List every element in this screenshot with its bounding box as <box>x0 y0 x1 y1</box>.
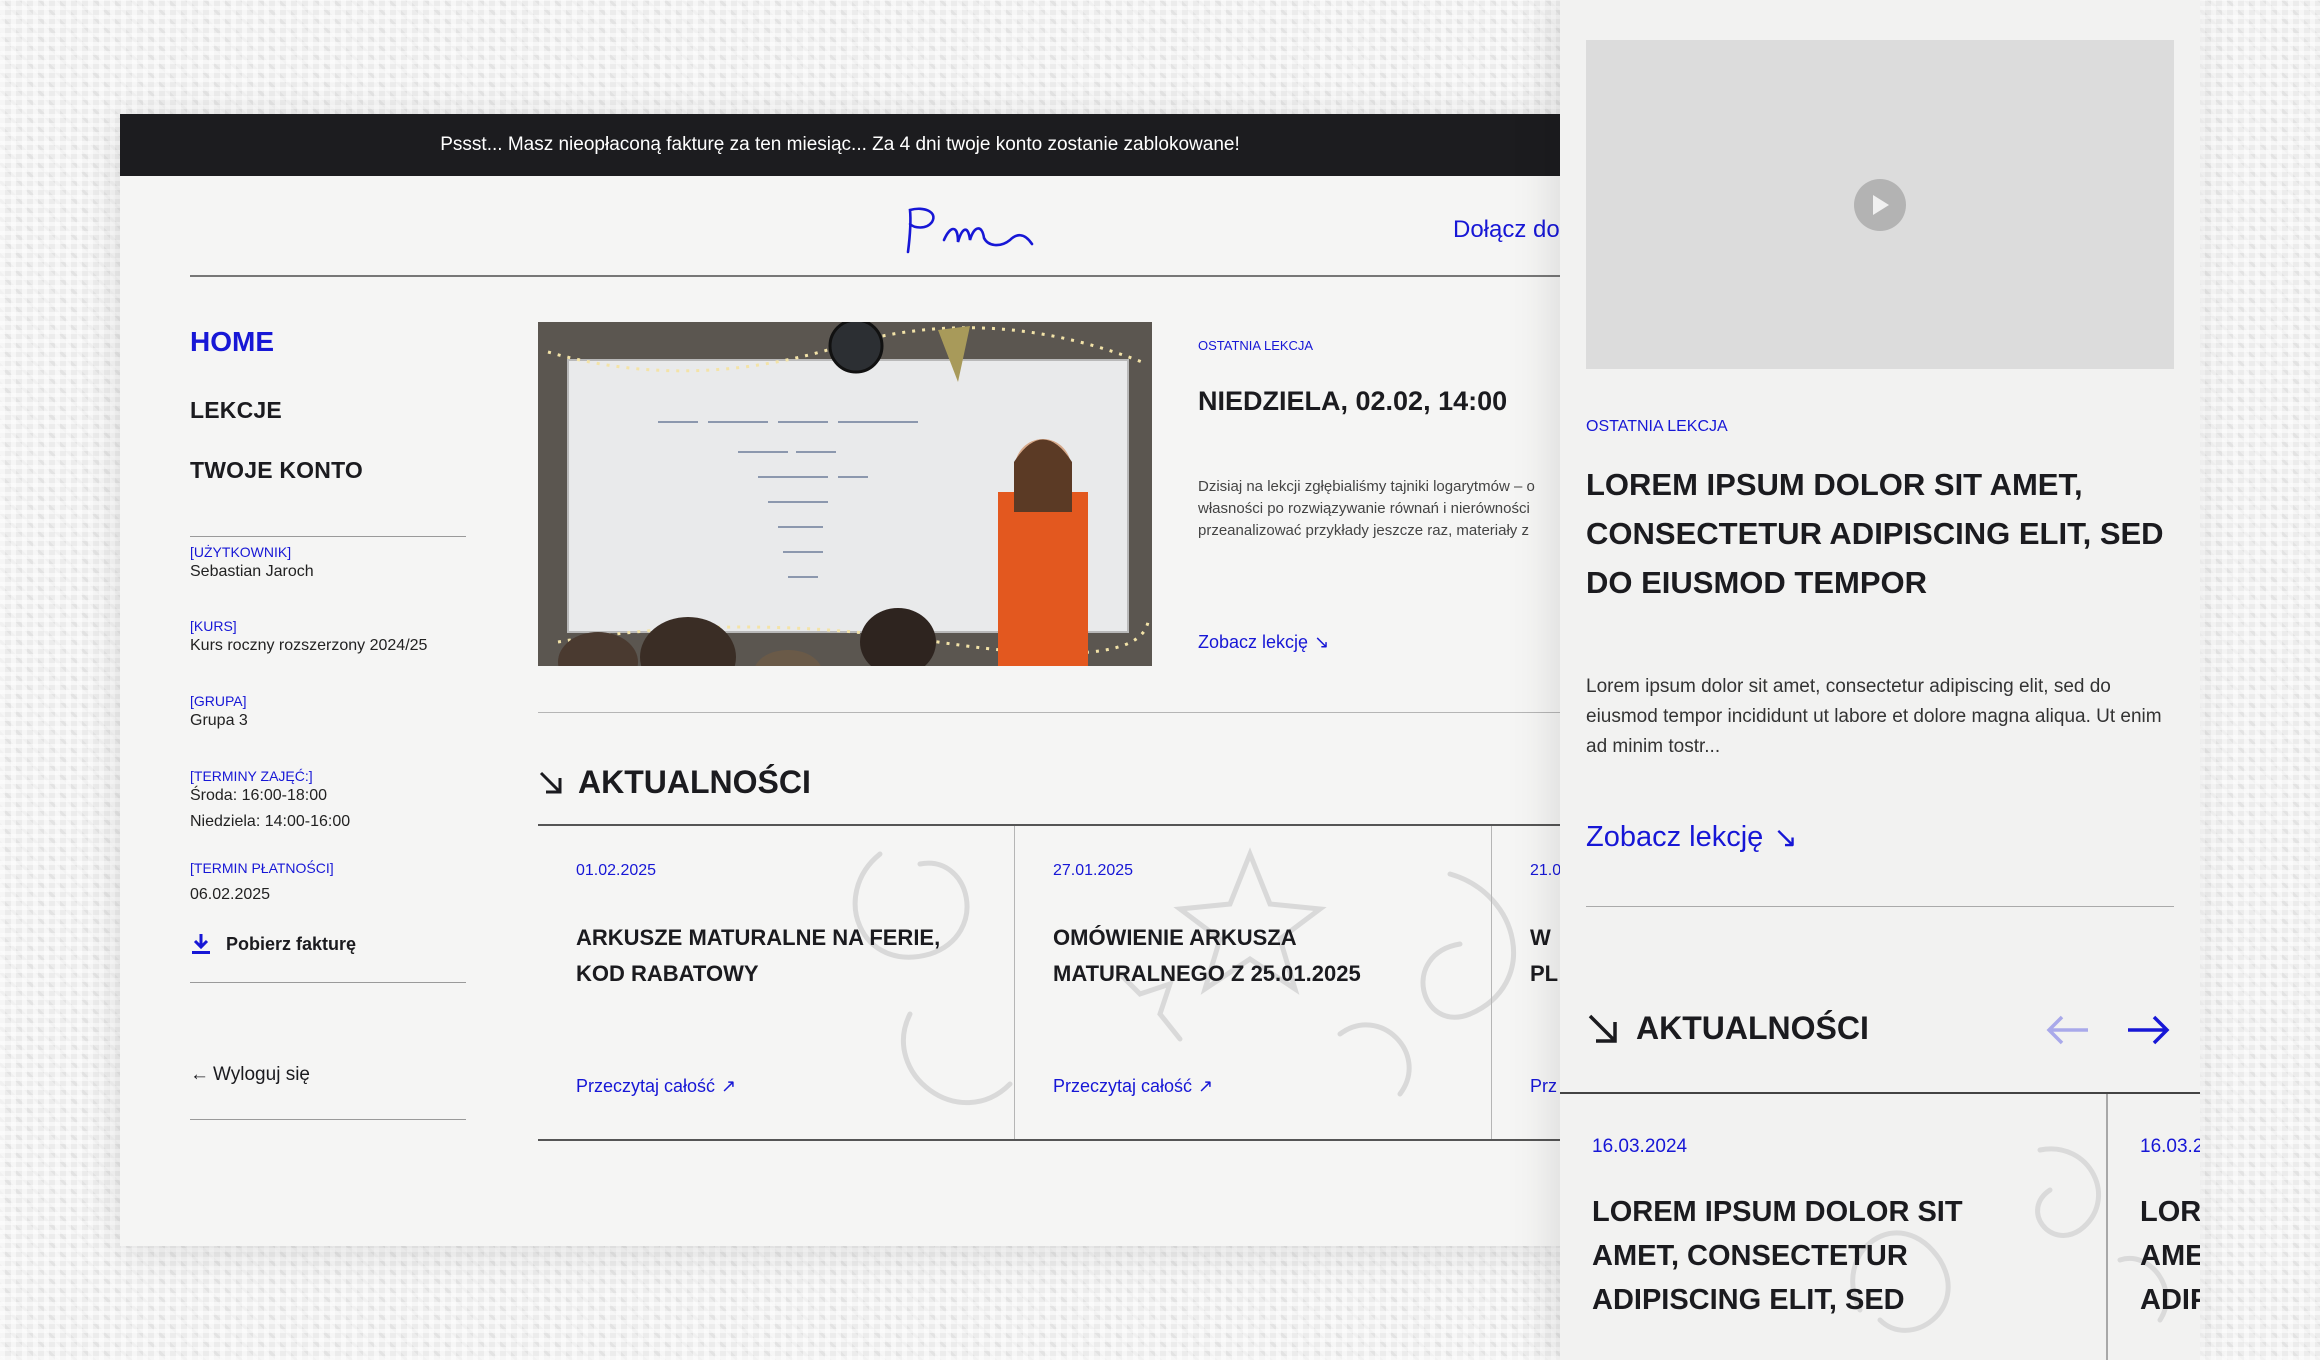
mobile-news-heading-label: AKTUALNOŚCI <box>1636 1010 1869 1046</box>
play-button[interactable] <box>1854 178 1906 231</box>
see-lesson-label: Zobacz lekcję <box>1198 632 1309 652</box>
schedule-wednesday: Środa: 16:00-18:00 <box>190 787 327 804</box>
news-card-title: W PL <box>1530 925 1559 986</box>
mobile-news-card-date: 16.03.2024 <box>1592 1136 1688 1157</box>
carousel-prev-button[interactable] <box>2044 1012 2092 1048</box>
logout-label: Wyloguj się <box>213 1064 310 1085</box>
join-link[interactable]: Dołącz do <box>1453 216 1560 244</box>
user-value: Sebastian Jaroch <box>190 563 314 580</box>
news-heading: AKTUALNOŚCI <box>538 764 811 801</box>
arrow-down-right-icon <box>1588 1014 1617 1043</box>
mobile-news-card-title: LOREM IPSUM DOLOR SIT AMET, CONSECTETUR … <box>1592 1196 1963 1316</box>
arrow-up-right-icon: ↗ <box>1198 1076 1214 1096</box>
mobile-view-panel: OSTATNIA LEKCJA LOREM IPSUM DOLOR SIT AM… <box>1560 0 2200 1360</box>
logout-button[interactable]: ← Wyloguj się <box>190 1064 310 1086</box>
arrow-down-right-icon <box>539 771 562 793</box>
download-invoice-label: Pobierz fakturę <box>226 933 357 954</box>
schedule-label: [TERMINY ZAJĘĆ:] <box>190 768 313 784</box>
news-card[interactable]: 01.02.2025 ARKUSZE MATURALNE NA FERIE, K… <box>538 826 1015 1139</box>
info-divider-top <box>190 536 466 537</box>
schedule-sunday: Niedziela: 14:00-16:00 <box>190 813 351 830</box>
news-card[interactable]: 27.01.2025 OMÓWIENIE ARKUSZA MATURALNEGO… <box>1015 826 1492 1139</box>
last-lesson-description: Dzisiaj na lekcji zgłębialiśmy tajniki l… <box>1198 478 1535 539</box>
course-label: [KURS] <box>190 618 237 634</box>
news-card-title: OMÓWIENIE ARKUSZA MATURALNEGO Z 25.01.20… <box>1053 925 1361 986</box>
nav-account[interactable]: TWOJE KONTO <box>190 457 363 484</box>
download-invoice-button[interactable]: Pobierz fakturę <box>190 932 356 956</box>
news-bottom-border <box>538 1139 1560 1141</box>
arrow-left-icon: ← <box>190 1064 209 1085</box>
unpaid-invoice-banner: Pssst... Masz nieopłaconą fakturę za ten… <box>120 114 1560 176</box>
header-divider <box>190 275 1560 277</box>
carousel-next-button[interactable] <box>2124 1012 2172 1048</box>
group-label: [GRUPA] <box>190 693 247 709</box>
news-card-date: 01.02.2025 <box>576 862 657 879</box>
mobile-lesson-description: Lorem ipsum dolor sit amet, consectetur … <box>1586 676 2162 757</box>
mobile-news-card-date: 16.03.2 <box>2140 1136 2200 1157</box>
banner-text: Pssst... Masz nieopłaconą fakturę za ten… <box>440 134 1240 155</box>
news-card[interactable]: 21.0 W PL Prz <box>1492 826 1560 1139</box>
mobile-news-card[interactable]: 16.03.2 LORI AME ADIP <box>2110 1094 2200 1360</box>
read-more-label: Przeczytaj całość <box>576 1076 716 1096</box>
mobile-see-lesson-link[interactable]: Zobacz lekcję ↘ <box>1586 820 1798 855</box>
nav-home[interactable]: HOME <box>190 326 274 358</box>
course-value: Kurs roczny rozszerzony 2024/25 <box>190 637 428 654</box>
news-card-date: 21.0 <box>1530 862 1560 879</box>
user-label: [UŻYTKOWNIK] <box>190 544 292 560</box>
lesson-video-thumbnail[interactable] <box>538 322 1152 666</box>
info-divider-bottom <box>190 982 466 983</box>
payment-label: [TERMIN PŁATNOŚCI] <box>190 860 334 876</box>
news-card-date: 27.01.2025 <box>1053 862 1134 879</box>
news-card-title: ARKUSZE MATURALNE NA FERIE, KOD RABATOWY <box>576 925 941 986</box>
video-player[interactable] <box>1586 40 2174 369</box>
nav-lessons[interactable]: LEKCJE <box>190 397 282 424</box>
last-lesson-title: NIEDZIELA, 02.02, 14:00 <box>1198 386 1508 416</box>
group-value: Grupa 3 <box>190 712 248 729</box>
classroom-photo <box>538 322 1152 666</box>
see-lesson-link[interactable]: Zobacz lekcję ↘ <box>1198 632 1329 653</box>
mobile-news-heading: AKTUALNOŚCI <box>1586 1010 1869 1047</box>
read-more-label: Przeczytaj całość <box>1053 1076 1193 1096</box>
arrow-up-right-icon: ↗ <box>721 1076 737 1096</box>
read-more-link[interactable]: Przeczytaj całość ↗ <box>576 1076 736 1097</box>
read-more-label: Prz <box>1530 1076 1557 1096</box>
play-icon <box>1873 194 1889 215</box>
read-more-link[interactable]: Prz <box>1530 1076 1557 1097</box>
download-icon <box>192 934 210 954</box>
last-lesson-label: OSTATNIA LEKCJA <box>1198 338 1314 353</box>
mobile-news-card[interactable]: 16.03.2024 LOREM IPSUM DOLOR SIT AMET, C… <box>1560 1094 2108 1360</box>
mobile-lesson-title: LOREM IPSUM DOLOR SIT AMET, CONSECTETUR … <box>1586 467 2164 600</box>
mobile-see-lesson-label: Zobacz lekcję <box>1586 821 1764 853</box>
news-heading-label: AKTUALNOŚCI <box>578 764 811 800</box>
top-bar: Dołącz do <box>120 176 1560 277</box>
payment-value: 06.02.2025 <box>190 886 271 903</box>
arrow-down-right-icon: ↘ <box>1314 632 1330 652</box>
arrow-down-right-icon: ↘ <box>1773 822 1798 854</box>
mobile-section-divider <box>1586 906 2174 907</box>
section-divider <box>538 712 1560 713</box>
read-more-link[interactable]: Przeczytaj całość ↗ <box>1053 1076 1213 1097</box>
logo-icon[interactable] <box>902 204 1038 258</box>
logout-divider <box>190 1119 466 1120</box>
mobile-news-card-title: LORI AME ADIP <box>2140 1196 2200 1316</box>
mobile-last-lesson-label: OSTATNIA LEKCJA <box>1586 418 1728 435</box>
desktop-page: Pssst... Masz nieopłaconą fakturę za ten… <box>120 114 1560 1246</box>
